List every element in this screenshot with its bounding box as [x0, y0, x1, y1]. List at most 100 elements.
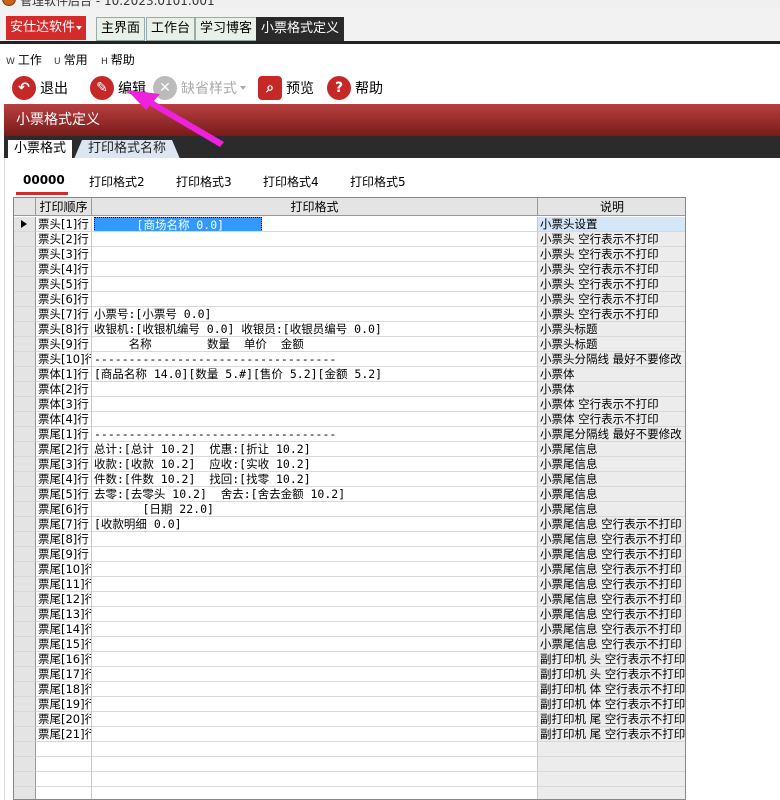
table-row[interactable]: 票尾[20]行 副打印机 尾 空行表示不打印 [14, 712, 685, 727]
table-row[interactable]: 票尾[4]行 件数:[件数 10.2] 找回:[找零 10.2] 小票尾信息 [14, 472, 685, 487]
cell-desc[interactable]: 小票头 空行表示不打印 [538, 292, 685, 307]
cell-format[interactable]: [收款明细 0.0] [92, 517, 538, 532]
cell-desc[interactable]: 小票尾信息 空行表示不打印 [538, 607, 685, 622]
table-row[interactable]: 票头[8]行 收银机:[收银机编号 0.0] 收银员:[收银员编号 0.0] 小票头… [14, 322, 685, 337]
preview-button[interactable]: ⌕ 预览 [258, 75, 314, 101]
cell-order[interactable]: 票尾[17]行 [36, 667, 92, 682]
format-tab-5[interactable]: 打印格式5 [350, 173, 406, 190]
cell-format[interactable] [92, 262, 538, 277]
table-row[interactable]: 票尾[8]行 小票尾信息 空行表示不打印 [14, 532, 685, 547]
sub-tab-print-format-name[interactable]: 打印格式名称 [74, 140, 180, 159]
row-header[interactable] [14, 457, 36, 472]
cell-format[interactable]: 总计:[总计 10.2] 优惠:[折让 10.2] [92, 442, 538, 457]
nav-tab-receipt-format[interactable]: 小票格式定义 [256, 17, 345, 41]
cell-order[interactable]: 票尾[19]行 [36, 697, 92, 712]
cell-desc[interactable]: 小票尾信息 空行表示不打印 [538, 517, 685, 532]
row-header[interactable] [14, 322, 36, 337]
table-row[interactable] [14, 772, 685, 787]
cell-order[interactable]: 票尾[7]行 [36, 517, 92, 532]
cell-format[interactable] [92, 742, 538, 757]
cell-format[interactable] [92, 562, 538, 577]
row-header[interactable] [14, 247, 36, 262]
table-row[interactable]: 票头[10]行 ---------------------------------… [14, 352, 685, 367]
cell-order[interactable]: 票头[5]行 [36, 277, 92, 292]
cell-order[interactable]: 票头[4]行 [36, 262, 92, 277]
table-row[interactable]: 票头[7]行 小票号:[小票号 0.0] 小票头 空行表示不打印 [14, 307, 685, 322]
cell-order[interactable]: 票头[8]行 [36, 322, 92, 337]
cell-order[interactable]: 票尾[15]行 [36, 637, 92, 652]
cell-format[interactable] [92, 682, 538, 697]
cell-order[interactable]: 票尾[12]行 [36, 592, 92, 607]
cell-format[interactable] [92, 727, 538, 742]
format-tab-3[interactable]: 打印格式3 [176, 173, 232, 190]
cell-format[interactable] [92, 607, 538, 622]
cell-order[interactable] [36, 742, 92, 757]
row-header[interactable] [14, 682, 36, 697]
cell-desc[interactable]: 小票尾分隔线 最好不要修改 [538, 427, 685, 442]
cell-format[interactable] [92, 382, 538, 397]
cell-desc[interactable]: 小票体 [538, 382, 685, 397]
cell-format[interactable]: [商品名称 14.0][数量 5.#][售价 5.2][金额 5.2] [92, 367, 538, 382]
row-header[interactable] [14, 787, 36, 799]
cell-format[interactable] [92, 577, 538, 592]
cell-desc[interactable]: 小票尾信息 空行表示不打印 [538, 637, 685, 652]
row-header[interactable] [14, 622, 36, 637]
cell-format[interactable]: 名称 数量 单价 金额 [92, 337, 538, 352]
menu-work[interactable]: W 工作 [6, 51, 42, 68]
exit-button[interactable]: ↶ 退出 [12, 75, 68, 101]
row-header[interactable] [14, 352, 36, 367]
cell-order[interactable]: 票头[10]行 [36, 352, 92, 367]
col-header-desc[interactable]: 说明 [538, 198, 685, 216]
row-header[interactable] [14, 307, 36, 322]
cell-format[interactable] [92, 292, 538, 307]
cell-desc[interactable]: 小票体 空行表示不打印 [538, 412, 685, 427]
table-row[interactable]: 票头[9]行 名称 数量 单价 金额 小票头标题 [14, 337, 685, 352]
cell-order[interactable]: 票尾[11]行 [36, 577, 92, 592]
cell-order[interactable]: 票体[4]行 [36, 412, 92, 427]
row-header[interactable] [14, 577, 36, 592]
row-header[interactable] [14, 742, 36, 757]
cell-format[interactable]: 收款:[收款 10.2] 应收:[实收 10.2] [92, 457, 538, 472]
row-header[interactable] [14, 697, 36, 712]
cell-desc[interactable] [538, 772, 685, 787]
cell-desc[interactable]: 小票尾信息 空行表示不打印 [538, 547, 685, 562]
brand-dropdown[interactable]: 安仕达软件 [6, 16, 86, 40]
cell-order[interactable] [36, 787, 92, 799]
row-header[interactable] [14, 772, 36, 787]
row-header[interactable] [14, 637, 36, 652]
cell-order[interactable]: 票体[1]行 [36, 367, 92, 382]
cell-format[interactable] [92, 652, 538, 667]
col-header-format[interactable]: 打印格式 [92, 198, 538, 216]
table-row[interactable]: 票尾[21]行 副打印机 尾 空行表示不打印 [14, 727, 685, 742]
cell-format[interactable] [92, 547, 538, 562]
row-header[interactable] [14, 382, 36, 397]
cell-format[interactable]: 小票号:[小票号 0.0] [92, 307, 538, 322]
help-button[interactable]: ? 帮助 [327, 75, 383, 101]
row-header[interactable] [14, 547, 36, 562]
table-row[interactable]: 票尾[12]行 小票尾信息 空行表示不打印 [14, 592, 685, 607]
table-row[interactable]: 票体[4]行 小票体 空行表示不打印 [14, 412, 685, 427]
cell-desc[interactable]: 小票头分隔线 最好不要修改 [538, 352, 685, 367]
row-header[interactable] [14, 442, 36, 457]
format-tab-2[interactable]: 打印格式2 [89, 173, 145, 190]
cell-format[interactable] [92, 667, 538, 682]
cell-format[interactable]: 件数:[件数 10.2] 找回:[找零 10.2] [92, 472, 538, 487]
cell-order[interactable]: 票尾[10]行 [36, 562, 92, 577]
cell-format[interactable] [92, 232, 538, 247]
nav-tab-workbench[interactable]: 工作台 [146, 17, 196, 41]
cell-desc[interactable]: 小票头 空行表示不打印 [538, 262, 685, 277]
cell-format[interactable] [92, 592, 538, 607]
cell-order[interactable]: 票尾[16]行 [36, 652, 92, 667]
cell-desc[interactable]: 副打印机 尾 空行表示不打印 [538, 712, 685, 727]
table-row[interactable] [14, 787, 685, 799]
cell-desc[interactable]: 小票尾信息 空行表示不打印 [538, 592, 685, 607]
cell-desc[interactable]: 小票尾信息 空行表示不打印 [538, 577, 685, 592]
cell-order[interactable]: 票体[3]行 [36, 397, 92, 412]
cell-order[interactable]: 票头[3]行 [36, 247, 92, 262]
row-header[interactable] [14, 262, 36, 277]
table-row[interactable]: 票尾[10]行 小票尾信息 空行表示不打印 [14, 562, 685, 577]
cell-format[interactable] [92, 757, 538, 772]
cell-order[interactable]: 票尾[13]行 [36, 607, 92, 622]
cell-format[interactable]: ----------------------------------- [92, 352, 538, 367]
format-tab-4[interactable]: 打印格式4 [263, 173, 319, 190]
